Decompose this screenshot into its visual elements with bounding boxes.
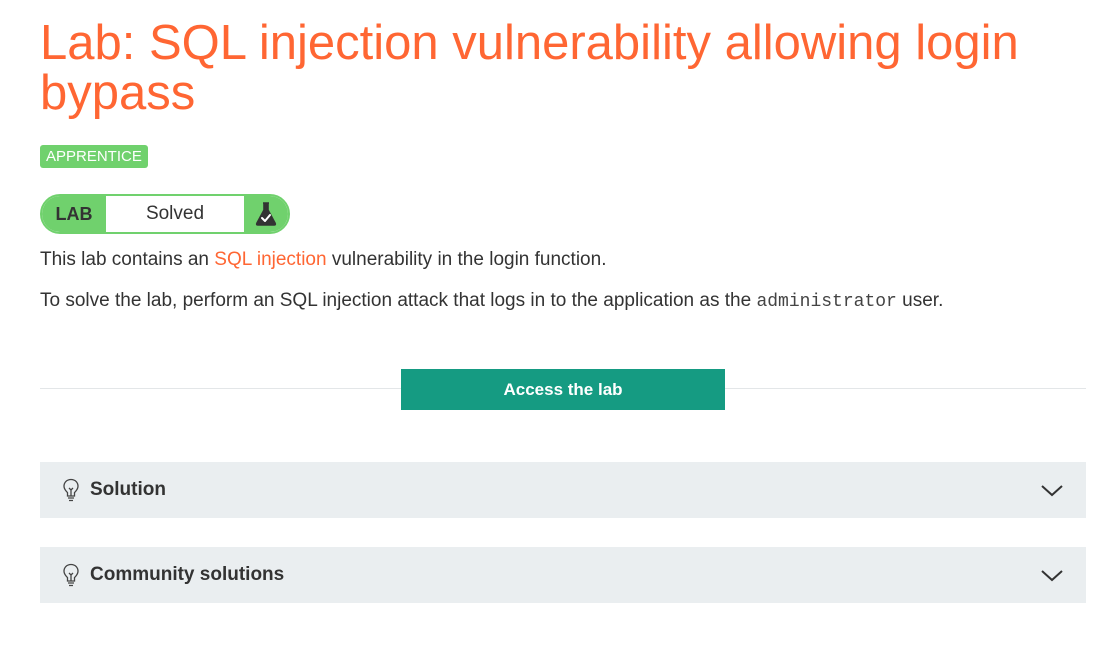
description-text: vulnerability in the login function.: [326, 249, 607, 270]
access-lab-button[interactable]: Access the lab: [401, 369, 725, 410]
administrator-code: administrator: [756, 292, 897, 312]
chevron-down-icon[interactable]: [1040, 480, 1064, 500]
page-title: Lab: SQL injection vulnerability allowin…: [40, 16, 1019, 120]
solution-accordion[interactable]: Solution: [40, 462, 1086, 518]
description-text: This lab contains an: [40, 249, 215, 270]
flask-solved-icon: [244, 196, 288, 232]
lightbulb-icon: [60, 562, 82, 588]
status-lab-label: LAB: [42, 196, 106, 232]
description-text: user.: [896, 290, 944, 311]
chevron-down-icon[interactable]: [1040, 565, 1064, 585]
lightbulb-icon: [60, 477, 82, 503]
community-solutions-accordion[interactable]: Community solutions: [40, 547, 1086, 603]
sql-injection-link[interactable]: SQL injection: [214, 249, 326, 270]
accordion-label: Solution: [90, 479, 166, 500]
accordion-label: Community solutions: [90, 564, 285, 585]
description-paragraph-2: To solve the lab, perform an SQL injecti…: [40, 289, 943, 314]
description-text: To solve the lab, perform an SQL injecti…: [40, 290, 757, 311]
lab-status-widget: LAB Solved: [40, 194, 290, 234]
description-paragraph-1: This lab contains an SQL injection vulne…: [40, 248, 606, 272]
level-badge[interactable]: APPRENTICE: [40, 145, 148, 168]
status-text: Solved: [145, 203, 205, 224]
